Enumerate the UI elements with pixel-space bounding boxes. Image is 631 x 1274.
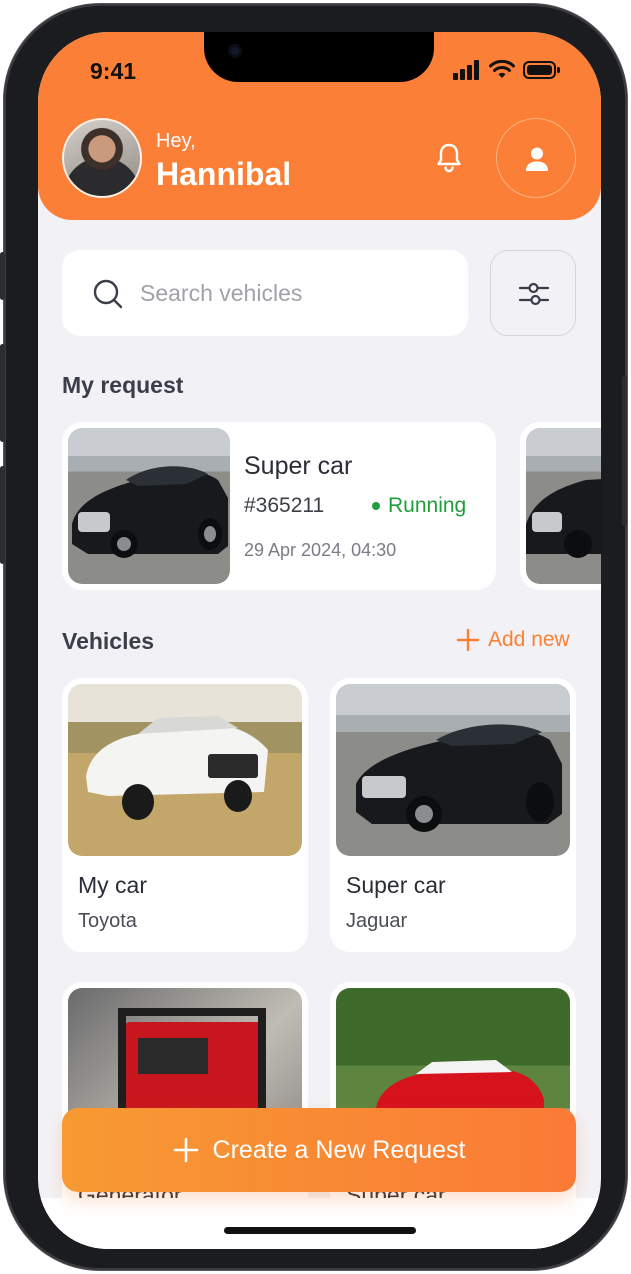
- vehicle-brand: Toyota: [78, 910, 137, 932]
- vehicle-image: [68, 684, 302, 856]
- car-photo: [86, 716, 268, 820]
- plus-icon: [456, 628, 480, 652]
- request-car-image: [526, 428, 601, 584]
- create-request-button[interactable]: Create a New Request: [62, 1108, 576, 1192]
- vehicle-card[interactable]: My car Toyota: [62, 678, 308, 952]
- notifications-button[interactable]: [432, 140, 466, 174]
- request-id: #365211: [244, 494, 325, 517]
- mute-switch: [0, 252, 5, 300]
- power-button: [622, 376, 627, 526]
- request-vehicle-name: Super car: [244, 452, 353, 480]
- bottom-safe-area: [38, 1198, 601, 1249]
- vehicle-brand: Jaguar: [346, 910, 408, 932]
- vehicle-name: Super car: [346, 872, 446, 898]
- filter-icon: [518, 282, 550, 306]
- my-request-heading: My request: [62, 372, 184, 398]
- vehicles-heading: Vehicles: [62, 628, 155, 654]
- volume-down-button: [0, 466, 5, 564]
- app-screen: 9:41 Hey, Hannibal Search vehicles My re…: [38, 32, 601, 1249]
- add-new-label: Add new: [488, 628, 570, 651]
- car-photo: [356, 724, 562, 832]
- status-icons: [453, 60, 561, 80]
- home-indicator[interactable]: [224, 1227, 416, 1234]
- car-photo: [72, 466, 228, 558]
- user-name: Hannibal: [156, 156, 292, 192]
- battery-icon: [523, 61, 560, 79]
- car-photo: [526, 479, 601, 558]
- request-card[interactable]: Super car #365211 Running 29 Apr 2024, 0…: [62, 422, 496, 590]
- status-badge: Running: [372, 494, 466, 518]
- greeting-label: Hey,: [156, 130, 196, 152]
- status-time: 9:41: [90, 58, 137, 84]
- search-icon: [93, 279, 123, 309]
- user-icon: [526, 147, 548, 171]
- avatar[interactable]: [62, 118, 142, 198]
- search-input[interactable]: [140, 272, 440, 314]
- signal-icon: [453, 60, 479, 80]
- dynamic-island: [204, 32, 434, 82]
- request-car-image: [68, 428, 230, 584]
- bell-icon: [437, 143, 461, 173]
- create-request-label: Create a New Request: [212, 1135, 466, 1164]
- request-date: 29 Apr 2024, 04:30: [244, 540, 397, 560]
- search-bar: [62, 250, 468, 336]
- status-label: Running: [388, 494, 467, 517]
- phone-frame: 9:41 Hey, Hannibal Search vehicles My re…: [0, 4, 627, 1270]
- wifi-icon: [489, 60, 515, 78]
- add-new-button[interactable]: Add new: [456, 628, 570, 652]
- vehicle-image: [336, 684, 570, 856]
- vehicle-name: My car: [78, 872, 147, 898]
- filter-button[interactable]: [490, 250, 576, 336]
- request-card-peek[interactable]: [520, 422, 601, 590]
- status-dot: [372, 502, 380, 510]
- volume-up-button: [0, 344, 5, 442]
- vehicle-card[interactable]: Super car Jaguar: [330, 678, 576, 952]
- plus-icon: [173, 1137, 198, 1163]
- profile-button[interactable]: [496, 118, 576, 198]
